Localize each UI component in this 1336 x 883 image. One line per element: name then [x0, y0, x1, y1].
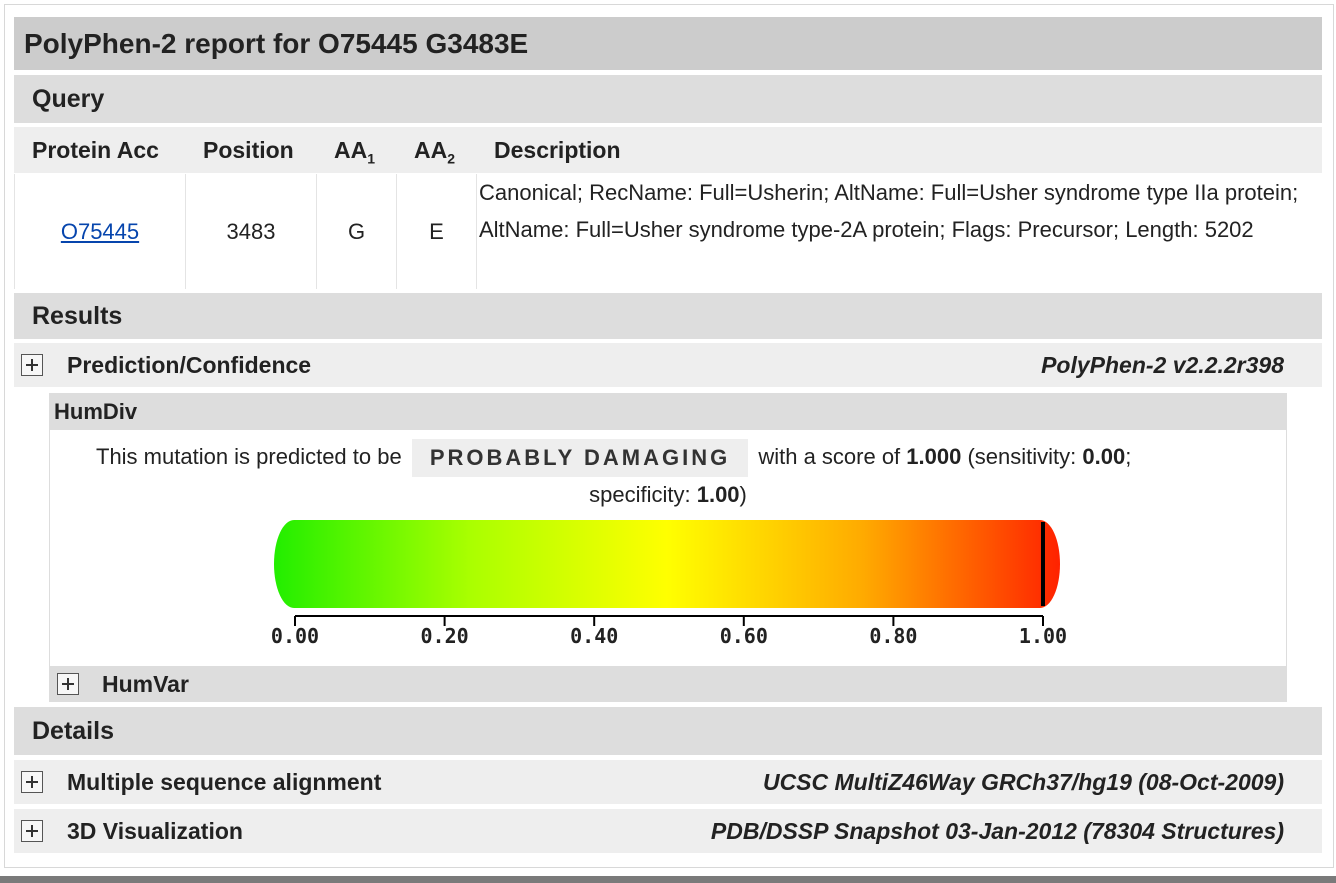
humvar-toggle[interactable]: HumVar	[49, 666, 1287, 702]
expand-plus-icon[interactable]	[21, 771, 43, 793]
query-table-row: O75445 3483 G E Canonical; RecName: Full…	[14, 174, 1322, 289]
prediction-sentence: This mutation is predicted to be PROBABL…	[96, 438, 1131, 478]
footer-bar	[0, 876, 1336, 883]
header-description: Description	[494, 137, 621, 163]
score-scale: 0.00 0.20 0.40 0.60 0.80 1.00	[271, 520, 1067, 648]
score-value: 1.000	[906, 444, 962, 469]
query-table-header: Protein Acc Position AA1 AA2 Description	[14, 127, 1322, 173]
specificity-value: 1.00	[696, 482, 740, 507]
expand-plus-icon[interactable]	[21, 820, 43, 842]
score-gradient-bar	[274, 520, 1060, 608]
detail-item-3d[interactable]: 3D Visualization PDB/DSSP Snapshot 03-Ja…	[14, 809, 1322, 853]
scale-ticks: 0.00 0.20 0.40 0.60 0.80 1.00	[271, 616, 1067, 648]
expand-plus-icon[interactable]	[57, 673, 79, 695]
detail-item-label: Multiple sequence alignment	[67, 769, 382, 795]
scale-tick-label: 0.40	[570, 624, 618, 648]
humdiv-header: HumDiv	[50, 394, 1286, 430]
cell-aa1: G	[317, 174, 397, 289]
protein-acc-link[interactable]: O75445	[61, 219, 139, 245]
humvar-label: HumVar	[102, 671, 189, 697]
expand-plus-icon[interactable]	[21, 354, 43, 376]
polyphen-version: PolyPhen-2 v2.2.2r398	[1041, 352, 1284, 378]
detail-item-source: PDB/DSSP Snapshot 03-Jan-2012 (78304 Str…	[710, 818, 1284, 844]
detail-item-label: 3D Visualization	[67, 818, 243, 844]
verdict-badge: PROBABLY DAMAGING	[411, 439, 749, 478]
details-section-header: Details	[14, 707, 1322, 755]
prediction-confidence-toggle[interactable]: Prediction/Confidence PolyPhen-2 v2.2.2r…	[14, 343, 1322, 387]
header-position: Position	[203, 137, 294, 163]
sensitivity-value: 0.00	[1082, 444, 1126, 469]
scale-tick-label: 0.80	[869, 624, 917, 648]
prediction-confidence-label: Prediction/Confidence	[67, 352, 312, 378]
scale-tick-label: 0.00	[271, 624, 319, 648]
header-protein-acc: Protein Acc	[32, 137, 159, 163]
detail-item-msa[interactable]: Multiple sequence alignment UCSC MultiZ4…	[14, 760, 1322, 804]
cell-aa2: E	[397, 174, 477, 289]
scale-tick-label: 1.00	[1019, 624, 1067, 648]
scale-tick-label: 0.20	[421, 624, 469, 648]
prediction-sentence-line2: specificity: 1.00)	[589, 482, 747, 507]
cell-description: Canonical; RecName: Full=Usherin; AltNam…	[479, 180, 1299, 242]
detail-item-source: UCSC MultiZ46Way GRCh37/hg19 (08-Oct-200…	[762, 769, 1284, 795]
query-section-header: Query	[14, 75, 1322, 123]
scale-tick-label: 0.60	[720, 624, 768, 648]
cell-protein-acc: O75445	[14, 174, 186, 289]
cell-position: 3483	[186, 174, 317, 289]
results-section-header: Results	[14, 293, 1322, 339]
page-title: PolyPhen-2 report for O75445 G3483E	[14, 17, 1322, 70]
